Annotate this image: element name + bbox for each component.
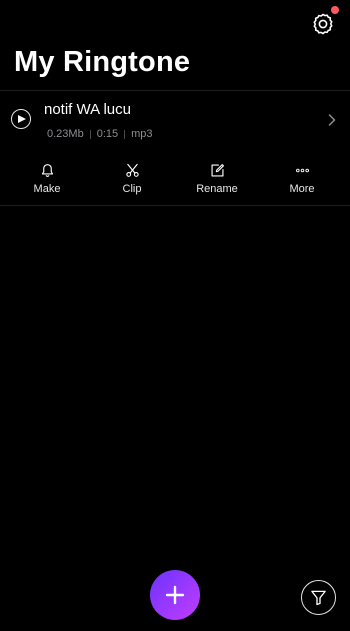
more-label: More xyxy=(289,183,315,195)
meta-separator xyxy=(124,129,126,139)
settings-button[interactable] xyxy=(310,6,339,37)
make-button[interactable]: Make xyxy=(12,160,82,200)
ringtone-duration: 0:15 xyxy=(96,128,119,140)
bell-icon xyxy=(39,162,55,178)
make-label: Make xyxy=(33,183,61,195)
ringtone-title: notif WA lucu xyxy=(44,101,131,118)
divider xyxy=(0,205,350,206)
play-button[interactable] xyxy=(11,109,31,129)
ringtone-actions: Make Clip Rename More xyxy=(0,160,350,200)
filter-button[interactable] xyxy=(301,580,336,615)
page-title: My Ringtone xyxy=(14,46,191,78)
add-ringtone-button[interactable] xyxy=(150,570,200,620)
ringtone-size: 0.23Mb xyxy=(47,128,84,140)
meta-separator xyxy=(89,129,91,139)
rename-button[interactable]: Rename xyxy=(182,160,252,200)
ringtone-format: mp3 xyxy=(131,128,153,140)
clip-label: Clip xyxy=(122,183,142,195)
filter-icon xyxy=(311,590,326,606)
ringtone-meta: 0.23Mb 0:15 mp3 xyxy=(47,128,153,140)
play-icon xyxy=(18,115,26,123)
clip-button[interactable]: Clip xyxy=(97,160,167,200)
notification-badge xyxy=(331,6,339,14)
chevron-right-icon xyxy=(328,114,336,126)
edit-icon xyxy=(209,162,225,178)
gear-icon xyxy=(313,13,333,35)
ringtone-list-item[interactable]: notif WA lucu 0.23Mb 0:15 mp3 xyxy=(0,91,350,149)
scissors-icon xyxy=(124,162,140,178)
rename-label: Rename xyxy=(196,183,238,195)
more-button[interactable]: More xyxy=(267,160,337,200)
plus-icon xyxy=(165,585,185,605)
more-dots-icon xyxy=(294,162,310,178)
